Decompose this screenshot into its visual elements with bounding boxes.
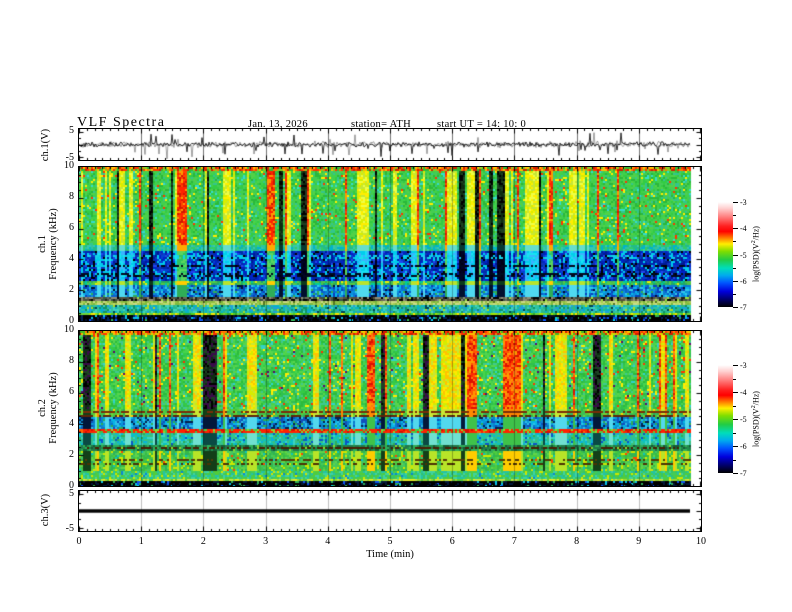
colorbar-tick <box>733 202 738 203</box>
y-tick-label: 8 <box>69 191 74 202</box>
colorbar-tick-label: -6 <box>740 442 747 451</box>
panel-ch2-spectrogram <box>78 330 702 487</box>
panel-ch1-waveform <box>78 128 702 161</box>
colorbar-tick <box>733 254 738 256</box>
colorbar-minor-tick <box>733 293 736 295</box>
y-tick-label: 8 <box>69 355 74 367</box>
colorbar-tick-label: -5 <box>740 250 747 260</box>
y-tick-label: 6 <box>69 222 74 233</box>
ch2-spectrogram-canvas <box>79 331 701 486</box>
colorbar-tick-label: -3 <box>740 198 747 207</box>
colorbar-ch2-label: log(PSD)(V2/Hz) <box>751 391 761 447</box>
colorbar-minor-tick <box>733 215 736 217</box>
colorbar-tick-label: -7 <box>740 303 747 312</box>
colorbar-tick-label: -6 <box>740 276 747 286</box>
ch3-flatline-canvas <box>79 491 701 531</box>
colorbar-tick-label: -4 <box>740 388 747 397</box>
ch1-waveform-canvas <box>79 129 701 160</box>
x-tick-label: 6 <box>449 536 455 547</box>
colorbar-minor-tick <box>733 267 736 269</box>
x-tick-label: 4 <box>325 536 331 547</box>
x-tick-label: 2 <box>200 536 206 547</box>
colorbar-tick <box>733 473 738 474</box>
colorbar-minor-tick <box>733 378 736 380</box>
colorbar-tick <box>733 307 738 308</box>
panel-ch3-flatline <box>78 490 702 532</box>
colorbar-minor-tick <box>733 241 736 243</box>
y-tick-label: 2 <box>69 284 74 295</box>
x-axis-title: Time (min) <box>366 549 414 560</box>
colorbar-ch2 <box>718 365 733 473</box>
y-tick-label: 5 <box>69 487 74 499</box>
colorbar-tick-label: -5 <box>740 415 747 424</box>
colorbar-minor-tick <box>733 459 736 461</box>
y-tick-label: 10 <box>64 160 74 171</box>
y-tick-label: 4 <box>69 417 74 429</box>
colorbar-ch1-label: log(PSD)(V2/Hz) <box>751 226 761 282</box>
y-tick-label: -5 <box>65 522 74 534</box>
x-tick-label: 7 <box>511 536 517 547</box>
y-tick-label: 4 <box>69 253 74 264</box>
colorbar-tick <box>733 365 738 366</box>
colorbar-tick <box>733 228 738 230</box>
y-tick-label: 5 <box>69 124 74 136</box>
vlf-spectra-figure: VLF Spectra Jan. 13, 2026 station= ATH s… <box>0 0 792 612</box>
colorbar-ch1 <box>718 202 733 307</box>
colorbar-tick <box>733 392 738 393</box>
x-tick-label: 3 <box>263 536 269 547</box>
y-tick-label: 10 <box>64 324 74 335</box>
x-tick-label: 0 <box>76 536 82 547</box>
y-tick-label: 2 <box>69 448 74 460</box>
x-tick-label: 10 <box>696 536 706 547</box>
y-tick-label: 6 <box>69 386 74 398</box>
colorbar-tick-label: -7 <box>740 469 747 478</box>
x-tick-label: 1 <box>138 536 144 547</box>
colorbar-tick-label: -3 <box>740 361 747 370</box>
panel-ch1-spectrogram <box>78 166 702 322</box>
x-tick-label: 9 <box>636 536 642 547</box>
colorbar-tick-label: -4 <box>740 224 747 234</box>
x-tick-label: 8 <box>574 536 580 547</box>
x-tick-label: 5 <box>387 536 393 547</box>
colorbar-minor-tick <box>733 405 736 407</box>
colorbar-tick <box>733 446 738 447</box>
colorbar-tick <box>733 419 738 420</box>
ch1-spectrogram-canvas <box>79 167 701 321</box>
colorbar-minor-tick <box>733 432 736 434</box>
colorbar-tick <box>733 280 738 282</box>
